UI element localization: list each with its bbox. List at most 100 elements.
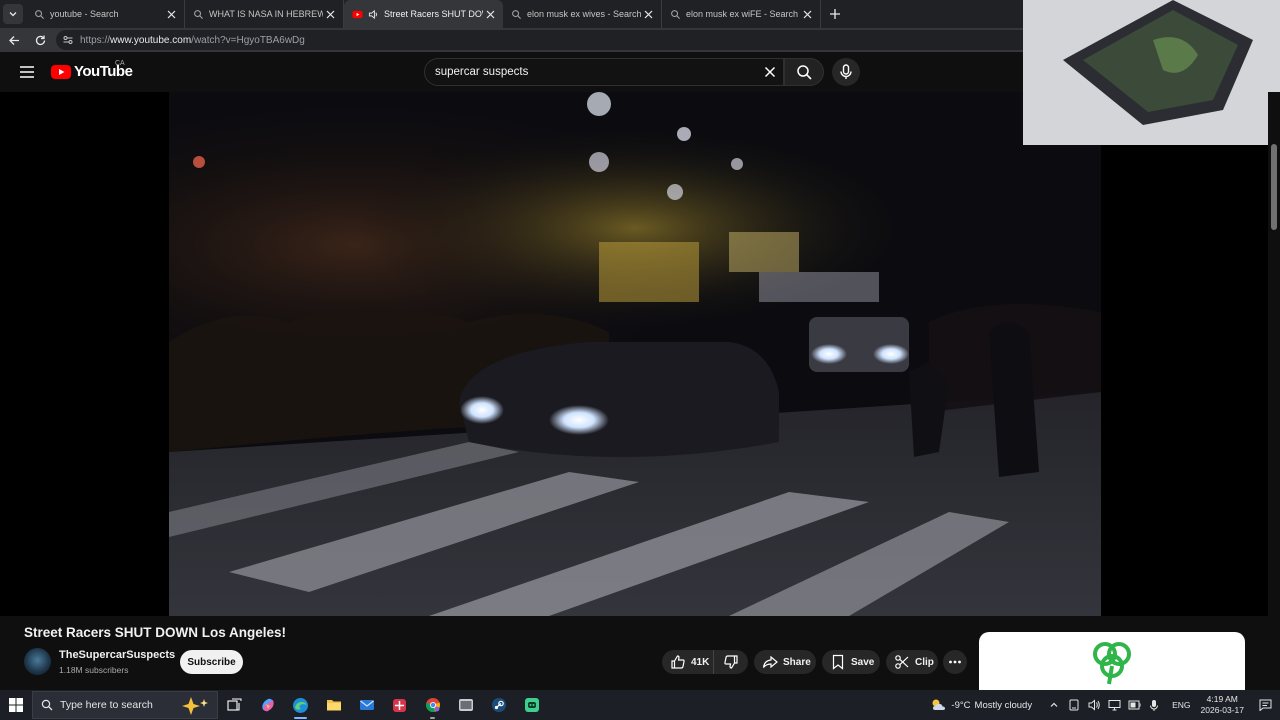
chrome-button[interactable]: [416, 690, 449, 720]
search-input[interactable]: supercar suspects: [424, 58, 784, 86]
page-scrollbar[interactable]: [1268, 92, 1280, 690]
tab-search-button[interactable]: [0, 0, 26, 28]
search-icon: [41, 699, 53, 711]
save-button[interactable]: Save: [822, 650, 880, 674]
youtube-logo[interactable]: YouTube CA: [51, 60, 133, 80]
hamburger-icon: [20, 66, 34, 78]
search-query: supercar suspects: [435, 66, 529, 78]
close-tab-button[interactable]: [164, 7, 178, 21]
speaker-icon[interactable]: [368, 9, 379, 20]
taskbar-search-placeholder: Type here to search: [60, 699, 153, 711]
mail-button[interactable]: [350, 690, 383, 720]
video-frame[interactable]: [169, 92, 1101, 616]
app-button[interactable]: [449, 690, 482, 720]
close-tab-button[interactable]: [323, 7, 337, 21]
store-app-button[interactable]: [383, 690, 416, 720]
show-hidden-icons-button[interactable]: [1046, 697, 1062, 713]
subscribe-button[interactable]: Subscribe: [180, 650, 243, 674]
edge-button[interactable]: [284, 690, 317, 720]
share-button[interactable]: Share: [754, 650, 816, 674]
edge-icon: [293, 697, 308, 713]
back-button[interactable]: [2, 28, 26, 52]
network-button[interactable]: [1106, 697, 1122, 713]
close-tab-button[interactable]: [483, 7, 497, 21]
dislike-button[interactable]: [714, 650, 748, 674]
clock[interactable]: 4:19 AM 2026-03-17: [1201, 694, 1244, 716]
windows-logo-icon: [9, 698, 23, 712]
tab-title: elon musk ex wives - Search: [527, 9, 641, 19]
url-host: www.youtube.com: [110, 34, 192, 46]
battery-button[interactable]: [1126, 697, 1142, 713]
site-info-icon[interactable]: [62, 34, 74, 46]
mail-icon: [359, 700, 374, 710]
copilot-button[interactable]: [251, 690, 284, 720]
close-tab-button[interactable]: [641, 7, 655, 21]
new-tab-button[interactable]: [821, 0, 849, 28]
steam-button[interactable]: [482, 690, 515, 720]
close-icon: [167, 10, 175, 18]
video-player[interactable]: [0, 92, 1268, 616]
arrow-left-icon: [8, 35, 19, 45]
reload-icon: [35, 35, 45, 45]
clear-search-button[interactable]: [763, 65, 777, 79]
system-tray: -9°C Mostly cloudy ENG 4:19 AM 2026-03-1…: [930, 690, 1280, 720]
windows-taskbar: Type here to search -9°C Mostly cloudy E…: [0, 690, 1280, 720]
search-icon: [671, 9, 681, 19]
chevron-up-icon: [1050, 702, 1058, 707]
browser-tab[interactable]: youtube - Search: [26, 0, 185, 28]
share-icon: [762, 655, 778, 669]
reload-button[interactable]: [28, 28, 52, 52]
thumbs-down-icon: [724, 655, 738, 669]
sponsored-ad[interactable]: [979, 632, 1245, 690]
microphone-icon: [840, 64, 852, 79]
gift-icon: [393, 698, 406, 712]
webcam-overlay: [1023, 0, 1280, 145]
webcam-feed: [1023, 0, 1280, 145]
video-still-street-night: [169, 92, 1101, 616]
steam-icon: [491, 698, 506, 712]
start-button[interactable]: [0, 690, 32, 720]
device-icon: [1069, 699, 1079, 711]
close-tab-button[interactable]: [800, 7, 814, 21]
clock-time: 4:19 AM: [1206, 694, 1238, 704]
more-actions-button[interactable]: [943, 650, 967, 674]
video-title: Street Racers SHUT DOWN Los Angeles!: [24, 625, 287, 640]
scissors-icon: [895, 655, 909, 669]
chrome-icon: [425, 698, 440, 712]
weather-widget[interactable]: -9°C Mostly cloudy: [930, 698, 1032, 712]
more-horizontal-icon: [949, 660, 961, 664]
file-explorer-button[interactable]: [317, 690, 350, 720]
browser-tab-active[interactable]: Street Racers SHUT DOWN Los Angeles!: [344, 0, 503, 28]
voice-search-button[interactable]: [832, 58, 860, 86]
volume-button[interactable]: [1086, 697, 1102, 713]
gamepad-icon: [524, 698, 539, 712]
clip-button[interactable]: Clip: [886, 650, 938, 674]
browser-tab[interactable]: elon musk ex wiFE - Search Images: [662, 0, 821, 28]
guide-menu-button[interactable]: [16, 62, 38, 82]
browser-tab[interactable]: elon musk ex wives - Search: [503, 0, 662, 28]
scrollbar-thumb[interactable]: [1271, 144, 1277, 230]
weather-temp: -9°C: [951, 699, 971, 711]
copilot-icon: [261, 698, 274, 712]
address-bar[interactable]: https://www.youtube.com/watch?v=HgyoTBA6…: [56, 30, 1034, 50]
taskbar-search-box[interactable]: Type here to search: [32, 691, 218, 719]
microphone-tray-button[interactable]: [1146, 697, 1162, 713]
clip-label: Clip: [915, 656, 934, 668]
task-view-button[interactable]: [218, 690, 251, 720]
notifications-button[interactable]: [1254, 699, 1276, 711]
language-indicator[interactable]: ENG: [1172, 700, 1190, 710]
microphone-icon: [1150, 699, 1159, 711]
search-button[interactable]: [784, 58, 824, 86]
browser-tab[interactable]: WHAT IS NASA IN HEBREW - Search: [185, 0, 344, 28]
url-path: /watch?v=HgyoTBA6wDg: [191, 34, 305, 46]
search-icon: [796, 64, 812, 80]
game-app-button[interactable]: [515, 690, 548, 720]
task-view-icon: [227, 698, 242, 711]
like-button[interactable]: 41K: [662, 650, 714, 674]
channel-name[interactable]: TheSupercarSuspects: [59, 649, 175, 661]
terminal-icon: [458, 699, 473, 711]
shamrock-logo: [1093, 642, 1131, 685]
tray-app-button[interactable]: [1066, 697, 1082, 713]
subscriber-count: 1.18M subscribers: [59, 665, 129, 675]
channel-avatar[interactable]: [24, 648, 51, 675]
